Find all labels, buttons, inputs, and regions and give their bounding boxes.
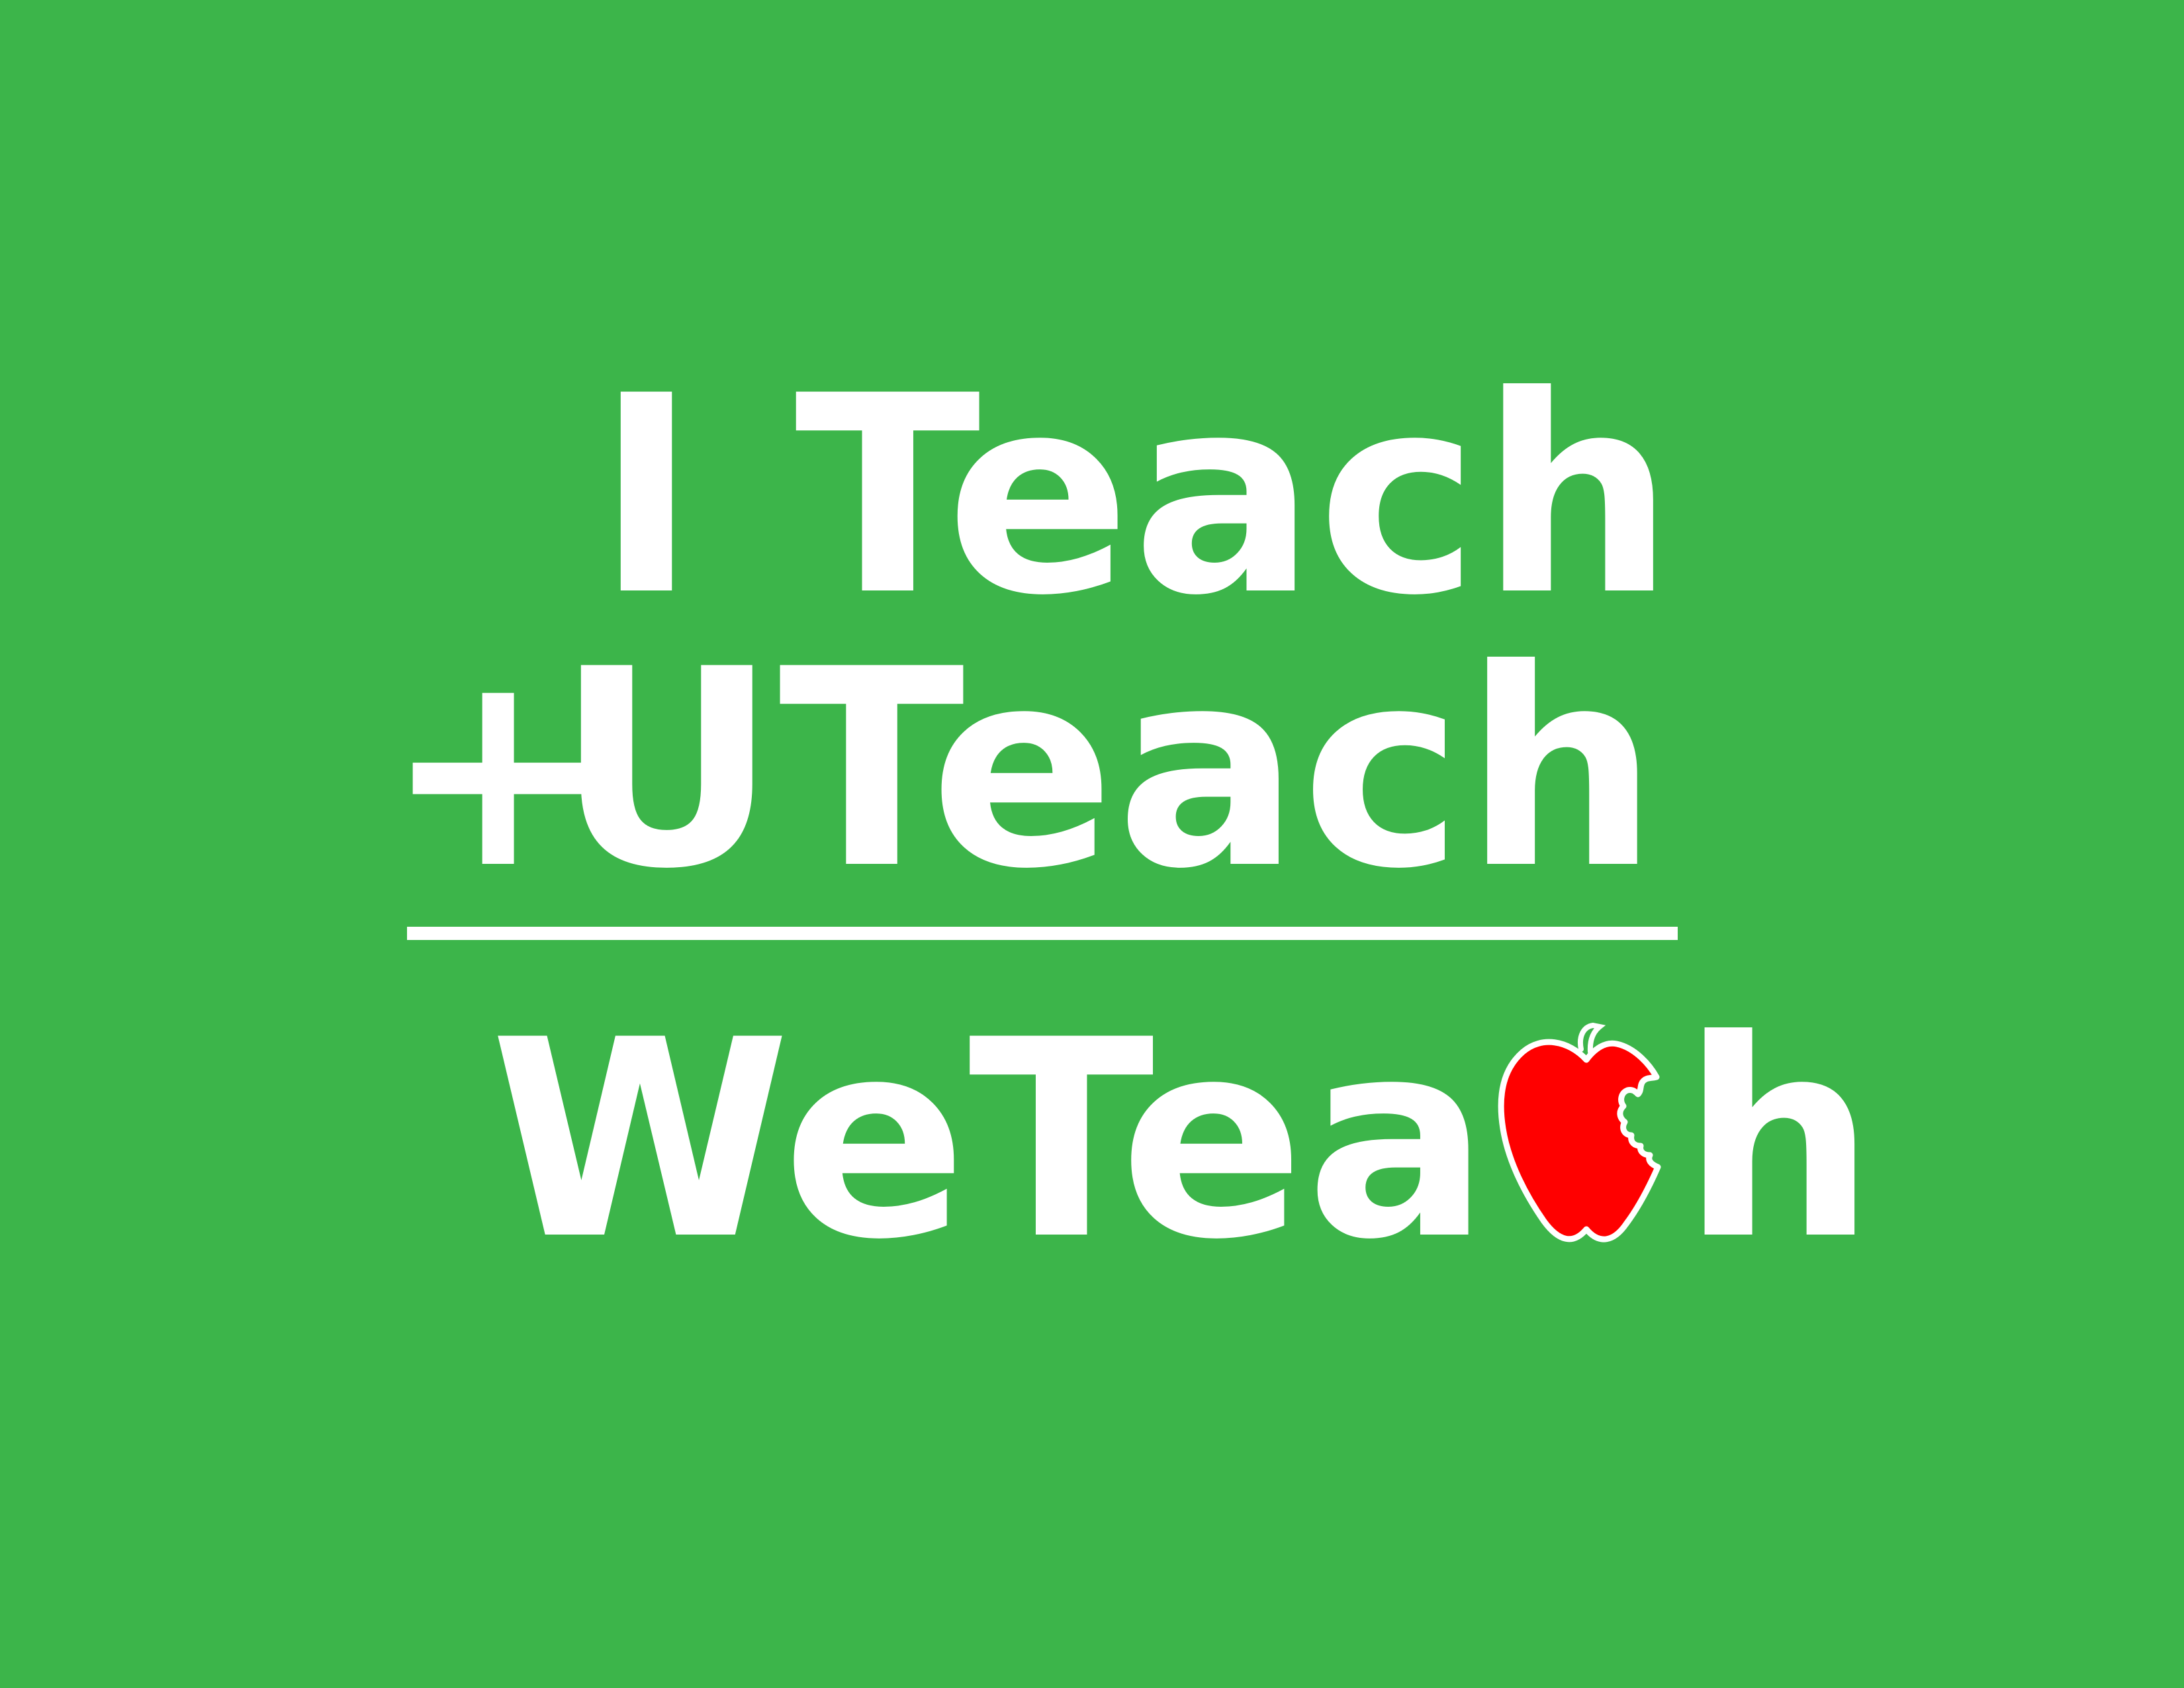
plus-sign: +	[384, 612, 614, 929]
poster: I Teach +UTeach WeTea h	[0, 0, 2184, 1688]
we-teach-prefix: WeTea	[490, 982, 1491, 1299]
u-teach-text: UTeach	[556, 612, 1660, 929]
equation-line-i-teach: I Teach	[596, 361, 1676, 633]
bitten-apple-icon	[1494, 1023, 1679, 1248]
sum-divider-line	[407, 927, 1678, 940]
i-teach-text: I Teach	[596, 338, 1676, 655]
equation-line-u-teach: +UTeach	[384, 634, 1660, 907]
we-teach-suffix: h	[1681, 982, 1878, 1299]
equation-result-we-teach: WeTea h	[490, 1005, 1877, 1278]
